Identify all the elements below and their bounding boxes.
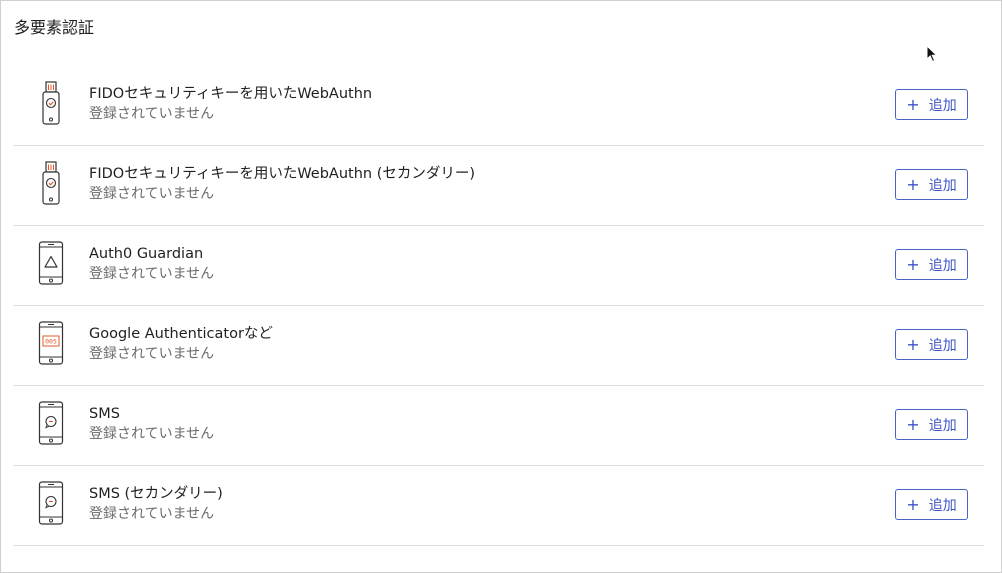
mfa-method-webauthn: FIDOセキュリティキーを用いたWebAuthn 登録されていません + 追加: [14, 66, 984, 146]
guardian-phone-icon: [36, 239, 66, 287]
add-webauthn-button[interactable]: + 追加: [895, 89, 968, 120]
method-name: SMS: [89, 406, 120, 422]
mfa-method-sms-secondary: SMS (セカンダリー) 登録されていません + 追加: [14, 466, 984, 546]
authenticator-phone-icon: 005: [36, 319, 66, 367]
method-status: 登録されていません: [89, 346, 215, 362]
plus-icon: +: [906, 174, 920, 194]
add-sms-secondary-button[interactable]: + 追加: [895, 489, 968, 520]
mfa-method-otp: 005 Google Authenticatorなど 登録されていません + 追…: [14, 306, 984, 386]
add-button-label: 追加: [928, 497, 957, 514]
add-sms-button[interactable]: + 追加: [895, 409, 968, 440]
plus-icon: +: [906, 334, 920, 354]
mfa-method-guardian: Auth0 Guardian 登録されていません + 追加: [14, 226, 984, 306]
security-key-icon: [36, 159, 66, 207]
method-status: 登録されていません: [89, 106, 215, 122]
mfa-panel: 多要素認証 FIDOセキュリティキーを用いたWebAuthn 登録されていません: [0, 0, 1002, 573]
add-button-label: 追加: [928, 257, 957, 274]
mfa-method-sms: SMS 登録されていません + 追加: [14, 386, 984, 466]
sms-phone-icon: [36, 479, 66, 527]
method-name: SMS (セカンダリー): [89, 486, 223, 502]
method-status: 登録されていません: [89, 266, 215, 282]
add-button-label: 追加: [928, 177, 957, 194]
add-button-label: 追加: [928, 417, 957, 434]
method-name: Auth0 Guardian: [89, 246, 204, 262]
method-name: FIDOセキュリティキーを用いたWebAuthn: [89, 86, 373, 102]
method-name: FIDOセキュリティキーを用いたWebAuthn (セカンダリー): [89, 166, 476, 182]
add-button-label: 追加: [928, 97, 957, 114]
method-status: 登録されていません: [89, 426, 215, 442]
section-title: 多要素認証: [14, 18, 95, 37]
plus-icon: +: [906, 94, 920, 114]
add-webauthn-secondary-button[interactable]: + 追加: [895, 169, 968, 200]
add-otp-button[interactable]: + 追加: [895, 329, 968, 360]
otp-code: 005: [45, 338, 57, 346]
mfa-method-list: FIDOセキュリティキーを用いたWebAuthn 登録されていません + 追加: [14, 66, 984, 546]
plus-icon: +: [906, 494, 920, 514]
plus-icon: +: [906, 414, 920, 434]
method-name: Google Authenticatorなど: [89, 326, 273, 342]
mfa-method-webauthn-secondary: FIDOセキュリティキーを用いたWebAuthn (セカンダリー) 登録されてい…: [14, 146, 984, 226]
security-key-icon: [36, 79, 66, 127]
sms-phone-icon: [36, 399, 66, 447]
mouse-cursor-icon: [926, 44, 938, 63]
add-button-label: 追加: [928, 337, 957, 354]
method-status: 登録されていません: [89, 506, 215, 522]
add-guardian-button[interactable]: + 追加: [895, 249, 968, 280]
method-status: 登録されていません: [89, 186, 215, 202]
plus-icon: +: [906, 254, 920, 274]
